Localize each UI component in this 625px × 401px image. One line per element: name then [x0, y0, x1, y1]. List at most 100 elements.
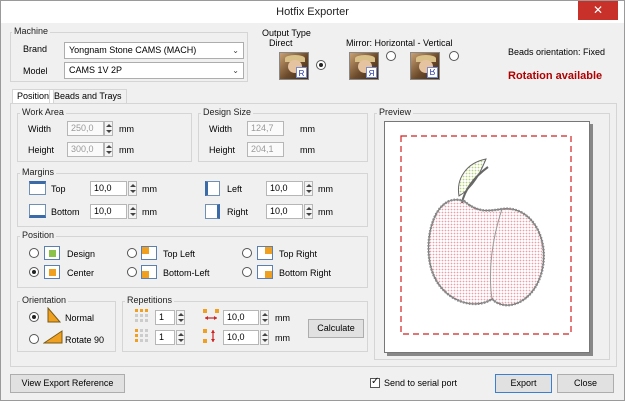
rotation-available-text: Rotation available	[508, 70, 603, 82]
close-button[interactable]: Close	[557, 374, 614, 393]
work-area-label: Work Area	[20, 107, 66, 117]
brand-select-value: Yongnam Stone CAMS (MACH)	[69, 45, 197, 55]
position-top-right-icon	[257, 246, 273, 260]
model-label: Model	[23, 66, 48, 76]
calculate-button[interactable]: Calculate	[308, 319, 364, 338]
position-group	[17, 236, 368, 288]
position-bottom-left-radio[interactable]	[127, 267, 137, 277]
tab-position[interactable]: Position	[12, 89, 55, 104]
horizontal-spacing-field[interactable]: 10,0	[223, 310, 259, 325]
position-center-radio[interactable]	[29, 267, 39, 277]
work-area-height-unit: mm	[119, 145, 134, 155]
repetitions-label: Repetitions	[125, 295, 175, 305]
design-width-unit: mm	[300, 124, 315, 134]
mirror-vertical-thumbnail-icon[interactable]: R	[410, 52, 440, 80]
work-area-height-field[interactable]: 300,0	[67, 142, 104, 157]
brand-select[interactable]: Yongnam Stone CAMS (MACH) ⌄	[64, 42, 244, 59]
chevron-down-icon: ⌄	[232, 46, 239, 55]
position-design-icon	[44, 246, 60, 260]
position-bottom-left-icon	[141, 265, 157, 279]
columns-field[interactable]: 1	[155, 310, 175, 325]
window-title: Hotfix Exporter	[276, 6, 349, 18]
mirror-label: Mirror: Horizontal - Vertical	[346, 38, 453, 48]
margin-top-field[interactable]: 10,0	[90, 181, 127, 196]
position-center-label: Center	[67, 268, 95, 278]
hotfix-exporter-window: Hotfix Exporter ✕ Machine Brand Yongnam …	[0, 0, 625, 401]
direct-thumbnail-icon[interactable]: R	[279, 52, 309, 80]
orientation-rotate-label: Rotate 90	[65, 335, 105, 345]
margin-top-unit: mm	[142, 184, 157, 194]
work-area-width-field[interactable]: 250,0	[67, 121, 104, 136]
rows-grid-icon	[135, 329, 148, 342]
send-serial-checkbox[interactable]	[370, 376, 380, 388]
view-export-reference-button[interactable]: View Export Reference	[10, 374, 125, 393]
position-center-icon	[44, 265, 60, 279]
model-select[interactable]: CAMS 1V 2P ⌄	[64, 62, 244, 79]
vertical-spacing-field[interactable]: 10,0	[223, 330, 259, 345]
margin-left-field[interactable]: 10,0	[266, 181, 303, 196]
design-size-label: Design Size	[201, 107, 254, 117]
preview-drawing	[400, 135, 572, 335]
position-design-radio[interactable]	[29, 248, 39, 258]
vertical-spacing-unit: mm	[275, 333, 290, 343]
margin-bottom-spinner[interactable]	[128, 204, 137, 219]
orientation-rotate-radio[interactable]	[29, 334, 39, 344]
position-label: Position	[20, 230, 57, 240]
position-top-left-radio[interactable]	[127, 248, 137, 258]
columns-spinner[interactable]	[176, 310, 185, 325]
work-area-width-unit: mm	[119, 124, 134, 134]
position-bottom-right-radio[interactable]	[242, 267, 252, 277]
orientation-normal-radio[interactable]	[29, 312, 39, 322]
export-button[interactable]: Export	[495, 374, 552, 393]
margins-label: Margins	[20, 167, 57, 177]
machine-group-label: Machine	[12, 26, 51, 36]
orientation-label: Orientation	[20, 295, 69, 305]
margin-left-spinner[interactable]	[304, 181, 313, 196]
direct-badge: R	[296, 67, 307, 78]
position-top-right-radio[interactable]	[242, 248, 252, 258]
peach-leaf	[457, 158, 487, 197]
orientation-normal-icon	[47, 307, 61, 323]
mirror-horizontal-thumbnail-icon[interactable]: Я	[349, 52, 379, 80]
position-top-left-icon	[141, 246, 157, 260]
work-area-height-label: Height	[28, 145, 55, 155]
margin-right-icon	[205, 204, 220, 219]
margin-bottom-label: Bottom	[51, 207, 80, 217]
position-top-left-label: Top Left	[163, 249, 196, 259]
design-width-field: 124,7	[247, 121, 284, 136]
position-design-label: Design	[67, 249, 96, 259]
vertical-spacing-spinner[interactable]	[260, 330, 269, 345]
mirror-horizontal-badge: Я	[366, 67, 377, 78]
mirror-horizontal-radio[interactable]	[386, 51, 396, 61]
position-bottom-right-label: Bottom Right	[279, 268, 332, 278]
rows-spinner[interactable]	[176, 330, 185, 345]
horizontal-spacing-unit: mm	[275, 313, 290, 323]
close-window-button[interactable]: ✕	[578, 1, 618, 20]
tab-beads-and-trays[interactable]: Beads and Trays	[49, 89, 127, 104]
horizontal-spacing-icon	[203, 309, 219, 320]
margin-bottom-field[interactable]: 10,0	[90, 204, 127, 219]
direct-radio[interactable]	[316, 60, 326, 70]
margin-top-spinner[interactable]	[128, 181, 137, 196]
margin-right-field[interactable]: 10,0	[266, 204, 303, 219]
margin-right-unit: mm	[318, 207, 333, 217]
output-type-label: Output Type	[262, 28, 311, 38]
mirror-vertical-badge: R	[427, 67, 438, 78]
orientation-normal-label: Normal	[65, 313, 95, 323]
rows-field[interactable]: 1	[155, 330, 175, 345]
margin-right-spinner[interactable]	[304, 204, 313, 219]
model-select-value: CAMS 1V 2P	[69, 65, 123, 75]
margin-left-label: Left	[227, 184, 243, 194]
direct-label: Direct	[269, 38, 293, 48]
design-width-label: Width	[209, 124, 233, 134]
work-area-width-spinner[interactable]	[104, 121, 113, 136]
design-height-unit: mm	[300, 145, 315, 155]
horizontal-spacing-spinner[interactable]	[260, 310, 269, 325]
work-area-height-spinner[interactable]	[104, 142, 113, 157]
send-serial-label: Send to serial port	[384, 378, 458, 388]
orientation-rotate-icon	[43, 330, 63, 344]
preview-label: Preview	[377, 107, 414, 117]
mirror-vertical-radio[interactable]	[449, 51, 459, 61]
brand-label: Brand	[23, 44, 48, 54]
position-top-right-label: Top Right	[279, 249, 318, 259]
